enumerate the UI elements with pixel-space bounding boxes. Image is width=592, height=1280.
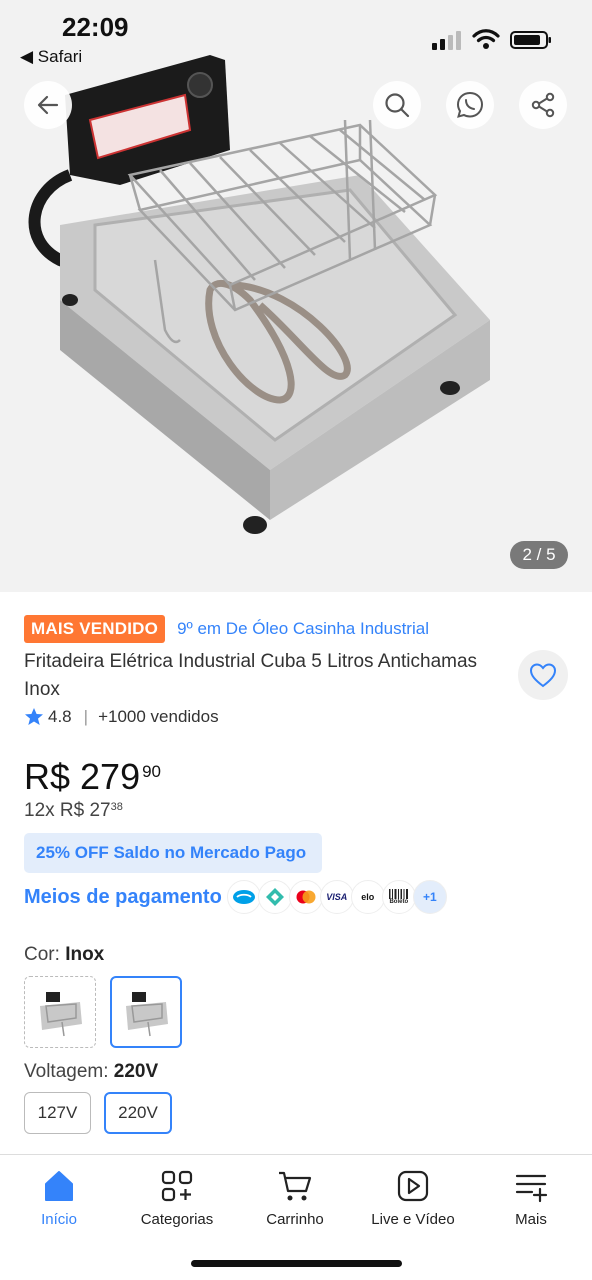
- whatsapp-icon: [456, 91, 484, 118]
- cart-icon: [279, 1171, 312, 1201]
- home-icon: [45, 1171, 73, 1201]
- voltage-option-127v[interactable]: 127V: [24, 1092, 91, 1134]
- voltage-label: Voltagem: 220V: [24, 1061, 158, 1083]
- boleto-icon: Boleto: [381, 880, 416, 914]
- installments-cents: 38: [110, 801, 123, 813]
- product-image-gallery[interactable]: 22:09 ◀ Safari 2 / 5: [0, 0, 592, 592]
- fryer-thumbnail: [40, 992, 82, 1037]
- best-seller-badge: MAIS VENDIDO: [24, 615, 166, 643]
- rating-separator: |: [83, 707, 89, 726]
- menu-plus-icon: [515, 1174, 548, 1203]
- nav-item-categorias[interactable]: Categorias: [118, 1169, 236, 1228]
- mastercard-icon: [288, 880, 323, 914]
- color-swatch-selected[interactable]: [110, 976, 182, 1048]
- price: R$ 279 90: [24, 756, 161, 798]
- search-icon: [385, 93, 410, 118]
- nav-label: Início: [41, 1211, 77, 1228]
- voltage-label-text: Voltagem:: [24, 1061, 109, 1082]
- price-cents: 90: [142, 762, 162, 781]
- boleto-label: Boleto: [389, 899, 409, 905]
- battery-icon: [510, 31, 551, 49]
- fryer-thumbnail: [126, 992, 168, 1037]
- nav-label: Carrinho: [266, 1211, 324, 1228]
- badge-row: MAIS VENDIDO 9º em De Óleo Casinha Indus…: [24, 615, 429, 643]
- whatsapp-share-button[interactable]: [446, 81, 494, 129]
- categories-icon: [161, 1170, 193, 1202]
- back-app-label: Safari: [37, 47, 83, 66]
- share-button[interactable]: [519, 81, 567, 129]
- rating-row[interactable]: 4.8 | +1000 vendidos: [24, 707, 219, 727]
- nav-item-mais[interactable]: Mais: [472, 1169, 590, 1228]
- more-payment-methods[interactable]: +1: [412, 880, 447, 914]
- star-icon: [25, 708, 43, 725]
- share-icon: [531, 92, 555, 118]
- nav-item-inicio[interactable]: Início: [0, 1169, 118, 1228]
- installments: 12x R$ 27 38: [24, 800, 123, 822]
- wifi-icon: [472, 29, 500, 49]
- nav-item-carrinho[interactable]: Carrinho: [236, 1169, 354, 1228]
- nav-label: Live e Vídeo: [371, 1211, 455, 1228]
- back-to-safari-link[interactable]: ◀ Safari: [20, 47, 82, 67]
- voltage-option-220v[interactable]: 220V: [104, 1092, 172, 1134]
- status-bar: 22:09 ◀ Safari: [0, 0, 592, 76]
- color-label: Cor: Inox: [24, 944, 104, 966]
- favorite-button[interactable]: [518, 650, 568, 700]
- color-swatch-option[interactable]: [24, 976, 96, 1048]
- heart-icon: [529, 663, 557, 688]
- voltage-value: 220V: [113, 1061, 159, 1082]
- promo-banner: 25% OFF Saldo no Mercado Pago: [24, 833, 322, 873]
- pix-icon: [257, 880, 292, 914]
- color-label-text: Cor:: [24, 944, 60, 965]
- payment-methods-link[interactable]: Meios de pagamento: [24, 886, 222, 909]
- cellular-signal-icon: [432, 31, 461, 50]
- price-main: R$ 279: [24, 756, 141, 797]
- category-rank-link[interactable]: 9º em De Óleo Casinha Industrial: [177, 619, 429, 639]
- play-icon: [397, 1170, 429, 1202]
- search-button[interactable]: [373, 81, 421, 129]
- back-arrow-icon: [37, 95, 59, 115]
- nav-label: Mais: [515, 1211, 547, 1228]
- fryer-image: [28, 55, 490, 534]
- nav-label: Categorias: [140, 1211, 214, 1228]
- installments-main: 12x R$ 27: [24, 800, 111, 821]
- mercado-pago-icon: [226, 880, 261, 914]
- product-title: Fritadeira Elétrica Industrial Cuba 5 Li…: [24, 651, 478, 700]
- sold-count: +1000 vendidos: [98, 707, 219, 726]
- elo-icon: elo: [350, 880, 385, 914]
- status-time: 22:09: [62, 12, 129, 42]
- back-button[interactable]: [24, 81, 72, 129]
- rating-value: 4.8: [48, 707, 72, 726]
- home-indicator: [191, 1260, 402, 1267]
- image-pager: 2 / 5: [510, 541, 568, 569]
- payment-methods-row[interactable]: Meios de pagamento VISA elo Boleto +1: [24, 880, 447, 914]
- color-value: Inox: [65, 944, 105, 965]
- nav-item-live-e-video[interactable]: Live e Vídeo: [354, 1169, 472, 1228]
- visa-icon: VISA: [319, 880, 354, 914]
